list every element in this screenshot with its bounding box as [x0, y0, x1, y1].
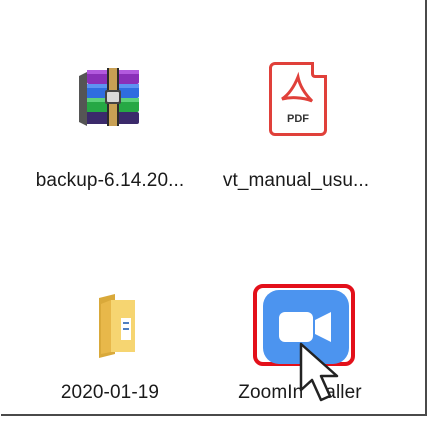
- file-item-vt-manual[interactable]: PDF vt_manual_usu...: [201, 62, 391, 216]
- file-name-label: 2020-01-19: [60, 382, 160, 403]
- pdf-badge-text: PDF: [287, 113, 309, 125]
- file-name-label: backup-6.14.20...: [35, 170, 185, 191]
- winrar-archive-icon: [79, 66, 151, 130]
- pdf-file-icon: PDF: [269, 62, 327, 136]
- explorer-window: backup-6.14.20... PDF vt_manual_usu... 2…: [1, 0, 427, 416]
- file-item-folder[interactable]: 2020-01-19: [15, 288, 205, 438]
- file-name-label: vt_manual_usu...: [222, 170, 370, 191]
- file-item-backup[interactable]: backup-6.14.20...: [15, 66, 205, 216]
- mouse-cursor-icon: [297, 342, 345, 411]
- folder-icon: [93, 292, 141, 358]
